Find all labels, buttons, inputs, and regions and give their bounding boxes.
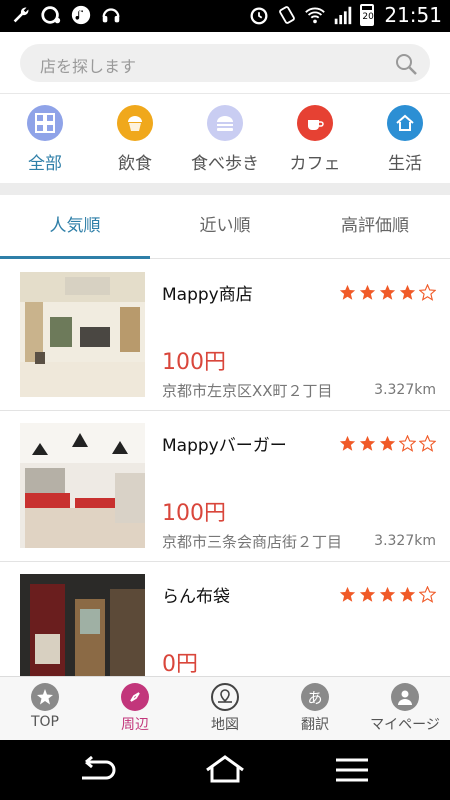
map-pin-icon bbox=[211, 683, 239, 711]
home-icon[interactable] bbox=[195, 752, 255, 788]
category-street-food[interactable]: 食べ歩き bbox=[180, 105, 270, 174]
category-bar: 全部 飲食 食べ歩き カフェ 生活 bbox=[0, 95, 450, 183]
shop-address: 京都市左京区XX町２丁目 bbox=[162, 382, 333, 400]
headset-icon bbox=[102, 8, 120, 23]
star-filled-icon bbox=[379, 586, 396, 602]
shop-list: Mappy商店 100円 京都市左京区XX町２丁目 3.327km Mappyバ… bbox=[0, 260, 450, 676]
category-label: 飲食 bbox=[118, 154, 152, 174]
cupcake-icon bbox=[117, 105, 153, 141]
star-filled-icon bbox=[339, 284, 356, 300]
search-bar: 店を探します bbox=[0, 32, 450, 94]
star-empty-icon bbox=[399, 435, 416, 452]
back-icon[interactable] bbox=[68, 752, 128, 788]
list-item[interactable]: Mappy商店 100円 京都市左京区XX町２丁目 3.327km bbox=[0, 260, 450, 411]
compass-icon bbox=[121, 683, 149, 711]
nav-mypage[interactable]: マイページ bbox=[360, 683, 450, 734]
star-filled-icon bbox=[339, 435, 356, 451]
signal-icon bbox=[335, 6, 352, 25]
home-icon bbox=[387, 105, 423, 141]
nav-translate[interactable]: あ 翻訳 bbox=[270, 683, 360, 734]
flower-icon bbox=[31, 683, 59, 711]
rating-stars bbox=[339, 435, 436, 452]
category-label: 食べ歩き bbox=[191, 154, 259, 174]
shop-photo bbox=[20, 423, 145, 548]
tab-popular[interactable]: 人気順 bbox=[0, 195, 150, 259]
tab-top-rated[interactable]: 高評価順 bbox=[300, 195, 450, 259]
tab-nearby[interactable]: 近い順 bbox=[150, 195, 300, 259]
shop-price: 0円 bbox=[162, 652, 198, 676]
star-empty-icon bbox=[419, 435, 436, 452]
search-icon[interactable] bbox=[394, 52, 418, 76]
shop-name: Mappyバーガー bbox=[162, 436, 287, 456]
wrench-icon bbox=[13, 7, 29, 23]
category-cafe[interactable]: カフェ bbox=[270, 105, 360, 174]
burger-icon bbox=[207, 105, 243, 141]
sync-icon bbox=[41, 6, 61, 24]
star-filled-icon bbox=[399, 284, 416, 300]
star-filled-icon bbox=[379, 435, 396, 451]
nav-label: 翻訳 bbox=[301, 717, 329, 733]
app-screen: 20 21:51 店を探します 全部 飲食 食べ歩き カフェ 生活 人気順 近い… bbox=[0, 0, 450, 800]
alarm-icon bbox=[250, 7, 268, 25]
nav-label: TOP bbox=[30, 714, 59, 730]
star-filled-icon bbox=[379, 284, 396, 300]
vibrate-icon bbox=[279, 6, 296, 24]
nav-nearby[interactable]: 周辺 bbox=[90, 683, 180, 734]
category-label: カフェ bbox=[289, 154, 341, 174]
status-time: 21:51 bbox=[384, 3, 442, 27]
star-filled-icon bbox=[359, 435, 376, 451]
shop-distance: 3.327km bbox=[374, 533, 436, 549]
shop-photo bbox=[20, 574, 145, 676]
star-empty-icon bbox=[419, 284, 436, 301]
bottom-nav: TOP 周辺 地図 あ 翻訳 マイページ bbox=[0, 676, 450, 740]
nav-top[interactable]: TOP bbox=[0, 683, 90, 730]
category-label: 生活 bbox=[388, 154, 422, 174]
user-icon bbox=[391, 683, 419, 711]
menu-icon[interactable] bbox=[322, 752, 382, 788]
search-placeholder: 店を探します bbox=[40, 57, 137, 76]
star-filled-icon bbox=[359, 586, 376, 602]
star-filled-icon bbox=[399, 586, 416, 602]
coffee-cup-icon bbox=[297, 105, 333, 141]
star-filled-icon bbox=[339, 586, 356, 602]
nav-label: マイページ bbox=[370, 717, 440, 733]
star-empty-icon bbox=[419, 586, 436, 603]
nav-label: 地図 bbox=[211, 717, 239, 733]
nav-map[interactable]: 地図 bbox=[180, 683, 270, 734]
shop-address: 京都市三条会商店街２丁目 bbox=[162, 533, 343, 551]
status-bar: 20 21:51 bbox=[0, 0, 450, 32]
category-food[interactable]: 飲食 bbox=[90, 105, 180, 174]
shop-price: 100円 bbox=[162, 350, 226, 375]
sort-tabs: 人気順 近い順 高評価順 bbox=[0, 195, 450, 259]
star-filled-icon bbox=[359, 284, 376, 300]
category-all[interactable]: 全部 bbox=[0, 105, 90, 174]
category-label: 全部 bbox=[28, 154, 62, 174]
section-divider bbox=[0, 183, 450, 195]
shop-distance: 3.327km bbox=[374, 382, 436, 398]
shop-name: Mappy商店 bbox=[162, 285, 253, 305]
search-input[interactable]: 店を探します bbox=[20, 44, 430, 82]
shop-photo bbox=[20, 272, 145, 397]
wifi-icon bbox=[305, 7, 326, 24]
rating-stars bbox=[339, 284, 436, 301]
list-item[interactable]: らん布袋 0円 bbox=[0, 562, 450, 676]
battery-icon: 20 bbox=[360, 4, 375, 26]
shop-name: らん布袋 bbox=[162, 587, 230, 607]
rating-stars bbox=[339, 586, 436, 603]
translate-icon: あ bbox=[301, 683, 329, 711]
category-life[interactable]: 生活 bbox=[360, 105, 450, 174]
list-item[interactable]: Mappyバーガー 100円 京都市三条会商店街２丁目 3.327km bbox=[0, 411, 450, 562]
system-nav-bar bbox=[0, 740, 450, 800]
shop-price: 100円 bbox=[162, 501, 226, 526]
music-icon bbox=[71, 5, 91, 25]
battery-level: 20 bbox=[362, 10, 374, 24]
nav-label: 周辺 bbox=[121, 717, 149, 733]
grid-icon bbox=[27, 105, 63, 141]
